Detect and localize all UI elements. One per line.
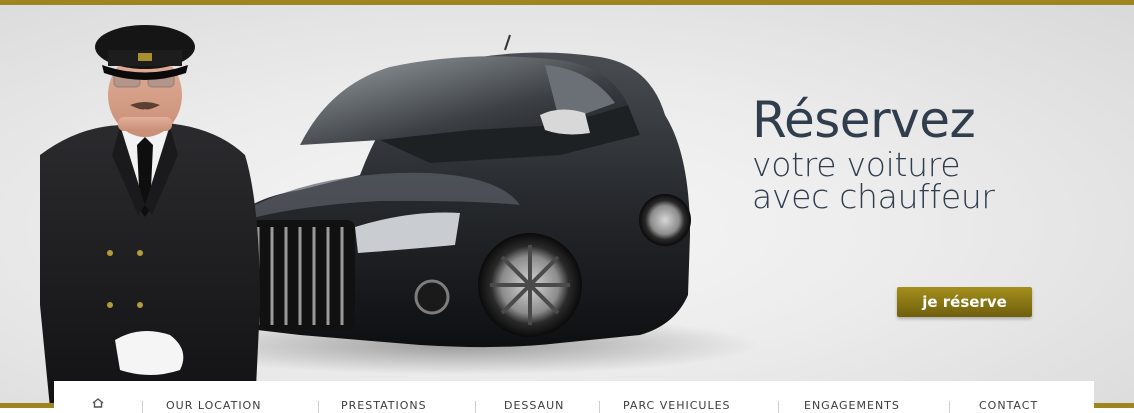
nav-item-dessaun[interactable]: DESSAUN [475,381,599,413]
nav-item-our-location[interactable]: OUR LOCATION [142,381,318,413]
nav-separator [475,401,476,413]
bottom-accent-bar-right [1094,403,1134,408]
nav-separator [949,401,950,413]
bottom-accent-bar-left [0,403,54,408]
nav-link-parc-vehicules[interactable]: PARC VEHICULES [599,381,778,412]
nav-link-our-location[interactable]: OUR LOCATION [142,381,318,412]
nav-item-parc-vehicules[interactable]: PARC VEHICULES [599,381,778,413]
hero-banner: Réservez votre voiture avec chauffeur je… [0,5,1134,408]
nav-link-engagements[interactable]: ENGAGEMENTS [778,381,949,412]
nav-separator [778,401,779,413]
headline-title: Réservez [752,91,976,149]
nav-item-engagements[interactable]: ENGAGEMENTS [778,381,949,413]
reserve-button[interactable]: je réserve [897,287,1032,317]
nav-item-contact[interactable]: CONTACT [949,381,1094,413]
nav-link-prestations[interactable]: PRESTATIONS [318,381,475,412]
nav-separator [142,401,143,413]
nav-link-contact[interactable]: CONTACT [949,381,1094,412]
nav-item-home[interactable] [54,381,142,408]
chauffeur-image [40,25,260,408]
nav-item-prestations[interactable]: PRESTATIONS [318,381,475,413]
nav-separator [318,401,319,413]
headline-subline-2: avec chauffeur [752,177,995,216]
main-navigation: OUR LOCATION PRESTATIONS DESSAUN PARC VE… [54,381,1094,413]
nav-separator [599,401,600,413]
nav-link-dessaun[interactable]: DESSAUN [475,381,599,412]
hero-headline: Réservez votre voiture avec chauffeur [752,91,995,213]
home-icon[interactable] [54,381,142,408]
top-accent-bar [0,0,1134,5]
